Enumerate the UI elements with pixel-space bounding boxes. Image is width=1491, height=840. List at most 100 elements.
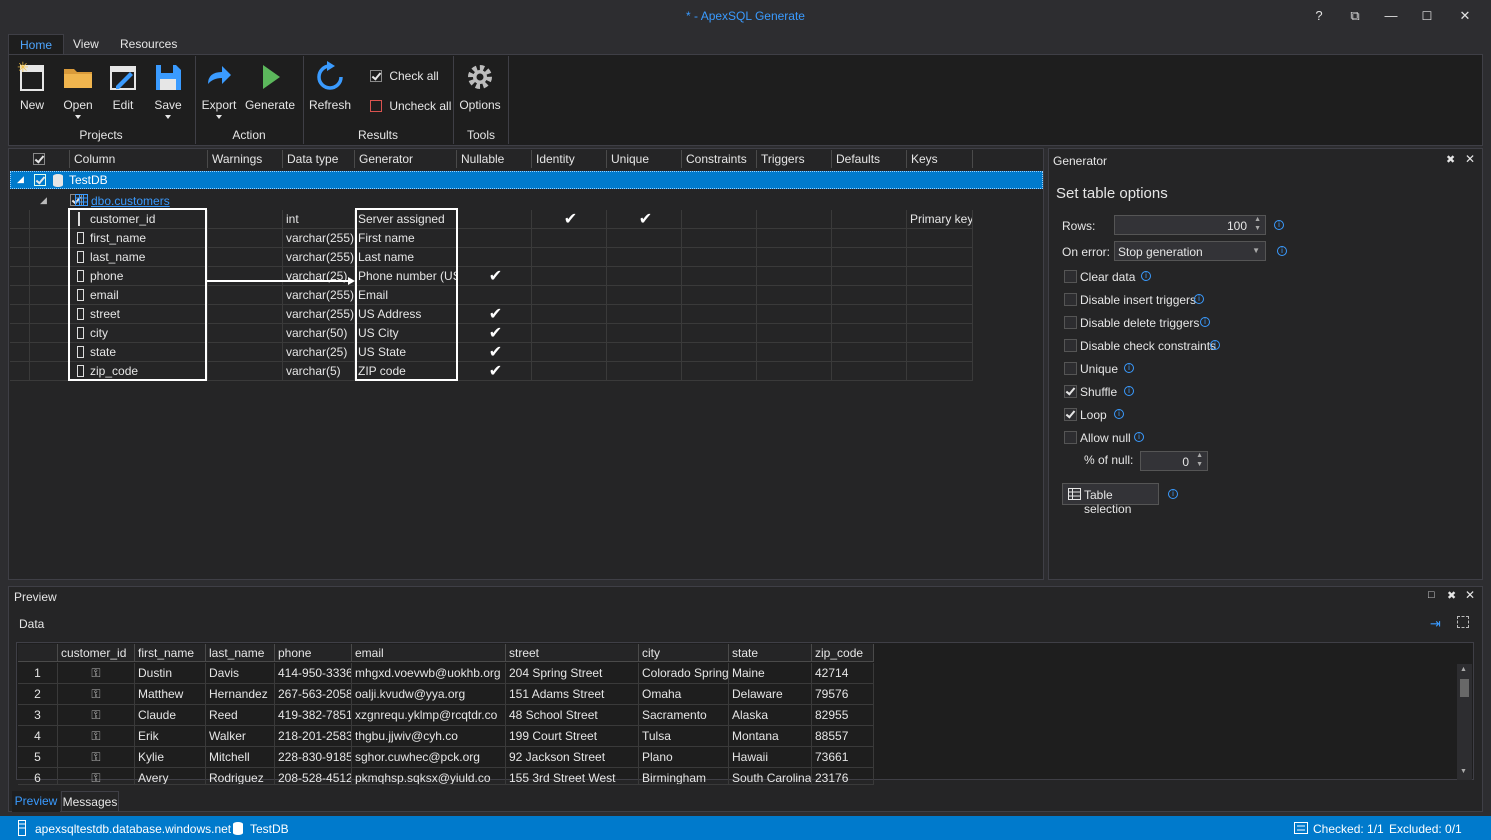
cell-defaults[interactable] xyxy=(832,324,907,343)
info-icon[interactable]: i xyxy=(1124,363,1134,373)
cell-identity[interactable] xyxy=(532,343,607,362)
cell-identity[interactable]: ✔ xyxy=(532,210,607,229)
database-row[interactable] xyxy=(10,171,1043,189)
save-button[interactable]: Save xyxy=(150,58,186,119)
cell-identity[interactable] xyxy=(532,324,607,343)
header-triggers[interactable]: Triggers xyxy=(757,150,832,168)
option-label[interactable]: Disable insert triggers xyxy=(1080,293,1196,307)
cell-keys[interactable] xyxy=(907,267,973,286)
cell-warnings[interactable] xyxy=(208,343,283,362)
preview-cell-email[interactable]: mhgxd.voevwb@uokhb.org xyxy=(352,663,506,684)
cell-nullable[interactable]: ✔ xyxy=(457,343,532,362)
cell-nullable[interactable] xyxy=(457,248,532,267)
preview-header-email[interactable]: email xyxy=(352,644,506,662)
preview-cell-city[interactable]: Tulsa xyxy=(639,726,729,747)
cell-constraints[interactable] xyxy=(682,286,757,305)
cell-identity[interactable] xyxy=(532,267,607,286)
preview-cell-street[interactable]: 92 Jackson Street xyxy=(506,747,639,768)
preview-cell-email[interactable]: sghor.cuwhec@pck.org xyxy=(352,747,506,768)
cell-nullable[interactable]: ✔ xyxy=(457,324,532,343)
scrollbar-thumb[interactable] xyxy=(1460,679,1469,697)
info-icon[interactable]: i xyxy=(1141,271,1151,281)
cell-unique[interactable]: ✔ xyxy=(607,210,682,229)
tab-home[interactable]: Home xyxy=(8,34,65,54)
help-button[interactable]: ? xyxy=(1302,0,1336,32)
cell-nullable[interactable]: ✔ xyxy=(457,362,532,381)
cell-keys[interactable] xyxy=(907,286,973,305)
preview-cell-first_name[interactable]: Dustin xyxy=(135,663,206,684)
preview-cell-zip[interactable]: 42714 xyxy=(812,663,874,684)
scroll-down-icon[interactable]: ▼ xyxy=(1460,768,1467,775)
option-label[interactable]: Unique xyxy=(1080,362,1118,376)
export-button[interactable]: Export xyxy=(200,58,238,119)
cell-triggers[interactable] xyxy=(757,362,832,381)
cell-datatype[interactable]: varchar(255) xyxy=(283,248,355,267)
cell-defaults[interactable] xyxy=(832,343,907,362)
rows-spinner[interactable]: 100 ▲ ▼ xyxy=(1114,215,1266,235)
preview-cell-phone[interactable]: 208-528-4512 xyxy=(275,768,352,785)
cell-datatype[interactable]: int xyxy=(283,210,355,229)
server-assigned-key-icon[interactable]: ⚿ xyxy=(58,684,135,705)
table-name-link[interactable]: dbo.customers xyxy=(91,194,170,208)
preview-cell-city[interactable]: Colorado Springs xyxy=(639,663,729,684)
pin-icon[interactable]: ✖ xyxy=(1447,589,1456,602)
preview-cell-state[interactable]: Maine xyxy=(729,663,812,684)
cell-defaults[interactable] xyxy=(832,362,907,381)
header-select-all[interactable] xyxy=(10,150,70,168)
preview-cell-last_name[interactable]: Davis xyxy=(206,663,275,684)
cell-defaults[interactable] xyxy=(832,229,907,248)
table-selection-button[interactable]: Table selection xyxy=(1062,483,1159,516)
preview-cell-first_name[interactable]: Avery xyxy=(135,768,206,785)
tab-view[interactable]: View xyxy=(62,34,110,54)
cell-warnings[interactable] xyxy=(208,324,283,343)
preview-cell-first_name[interactable]: Claude xyxy=(135,705,206,726)
cell-unique[interactable] xyxy=(607,362,682,381)
cell-constraints[interactable] xyxy=(682,362,757,381)
header-identity[interactable]: Identity xyxy=(532,150,607,168)
preview-cell-phone[interactable]: 267-563-2058 xyxy=(275,684,352,705)
cell-nullable[interactable]: ✔ xyxy=(457,267,532,286)
cell-triggers[interactable] xyxy=(757,210,832,229)
new-button[interactable]: ✳ New xyxy=(14,58,50,118)
preview-cell-zip[interactable]: 88557 xyxy=(812,726,874,747)
cell-triggers[interactable] xyxy=(757,343,832,362)
cell-nullable[interactable] xyxy=(457,229,532,248)
preview-header-first-name[interactable]: first_name xyxy=(135,644,206,662)
preview-cell-email[interactable]: oalji.kvudw@yya.org xyxy=(352,684,506,705)
cell-constraints[interactable] xyxy=(682,210,757,229)
cell-datatype[interactable]: varchar(50) xyxy=(283,324,355,343)
preview-cell-last_name[interactable]: Reed xyxy=(206,705,275,726)
database-checkbox[interactable] xyxy=(34,174,46,186)
pin-icon[interactable]: ✖ xyxy=(1446,153,1455,166)
cell-nullable[interactable]: ✔ xyxy=(457,305,532,324)
generate-button[interactable]: Generate xyxy=(244,58,296,118)
cell-constraints[interactable] xyxy=(682,248,757,267)
select-all-checkbox[interactable] xyxy=(33,153,45,165)
spin-up-icon[interactable]: ▲ xyxy=(1196,452,1203,459)
uncheck-all-button[interactable]: Uncheck all xyxy=(370,98,451,114)
header-unique[interactable]: Unique xyxy=(607,150,682,168)
restore-layout-button[interactable]: ⧉ xyxy=(1338,0,1372,32)
preview-cell-last_name[interactable]: Mitchell xyxy=(206,747,275,768)
check-all-button[interactable]: Check all xyxy=(370,68,439,84)
preview-cell-street[interactable]: 48 School Street xyxy=(506,705,639,726)
preview-cell-first_name[interactable]: Kylie xyxy=(135,747,206,768)
header-keys[interactable]: Keys xyxy=(907,150,973,168)
preview-cell-city[interactable]: Plano xyxy=(639,747,729,768)
preview-cell-state[interactable]: Delaware xyxy=(729,684,812,705)
cell-triggers[interactable] xyxy=(757,305,832,324)
preview-header-last-name[interactable]: last_name xyxy=(206,644,275,662)
cell-datatype[interactable]: varchar(255) xyxy=(283,229,355,248)
cell-keys[interactable] xyxy=(907,362,973,381)
server-assigned-key-icon[interactable]: ⚿ xyxy=(58,747,135,768)
preview-cell-last_name[interactable]: Walker xyxy=(206,726,275,747)
fit-columns-icon[interactable]: ⇥ xyxy=(1430,616,1441,632)
cell-constraints[interactable] xyxy=(682,305,757,324)
null-percent-spinner[interactable]: 0 ▲ ▼ xyxy=(1140,451,1208,471)
cell-keys[interactable] xyxy=(907,229,973,248)
preview-cell-city[interactable]: Birmingham xyxy=(639,768,729,785)
info-icon[interactable]: i xyxy=(1210,340,1220,350)
cell-keys[interactable] xyxy=(907,305,973,324)
cell-triggers[interactable] xyxy=(757,267,832,286)
server-assigned-key-icon[interactable]: ⚿ xyxy=(58,663,135,684)
